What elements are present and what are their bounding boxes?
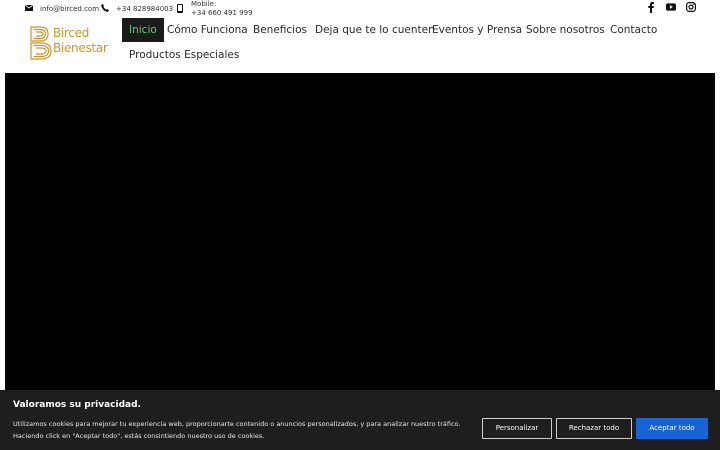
mobile-label: Mobile: (191, 0, 217, 8)
nav-item-deja-que-te-lo-cuenten[interactable]: Deja que te lo cuenten (308, 18, 442, 42)
nav-item-eventos-y-prensa[interactable]: Eventos y Prensa (425, 18, 529, 42)
facebook-icon[interactable] (646, 1, 656, 13)
phone-text: +34 828984003 (116, 5, 174, 13)
site-logo[interactable]: Birced Bienestar (30, 25, 120, 61)
phone-contact[interactable]: +34 828984003 (101, 0, 173, 18)
nav-item-sobre-nosotros[interactable]: Sobre nosotros (519, 18, 612, 42)
cookie-description: Utilizamos cookies para mejorar tu exper… (13, 418, 473, 442)
nav-label: Inicio (129, 24, 157, 36)
accept-all-cookies-button[interactable]: Aceptar todo (636, 418, 708, 439)
logo-text: Birced Bienestar (53, 26, 108, 56)
phone-icon (101, 4, 109, 14)
cookie-text-line-1: Utilizamos cookies para mejorar tu exper… (13, 420, 461, 428)
email-contact[interactable]: info@birced.com (24, 0, 100, 18)
nav-item-contacto[interactable]: Contacto (603, 18, 664, 42)
logo-line-2: Bienestar (53, 41, 108, 55)
top-contact-bar: info@birced.com +34 828984003 Mobile: +3… (0, 0, 720, 18)
mobile-contact[interactable]: Mobile: +34 660 491 999 (191, 0, 253, 18)
cookie-consent-banner: Valoramos su privacidad. Utilizamos cook… (0, 390, 720, 450)
reject-all-cookies-button[interactable]: Rechazar todo (556, 418, 632, 439)
cookie-text-line-2: Haciendo click en "Aceptar todo", estás … (13, 432, 265, 440)
email-text: info@birced.com (40, 5, 100, 13)
social-links (646, 1, 696, 13)
logo-line-1: Birced (53, 26, 90, 40)
nav-item-como-funciona[interactable]: Cómo Funciona (160, 18, 255, 42)
main-navigation: Inicio Cómo Funciona Beneficios Deja que… (122, 18, 702, 70)
instagram-icon[interactable] (686, 2, 696, 12)
hero-video-area (5, 73, 715, 391)
nav-item-inicio[interactable]: Inicio (122, 18, 164, 42)
customize-cookies-button[interactable]: Personalizar (482, 418, 552, 439)
mobile-phone-icon (177, 3, 183, 15)
nav-item-productos-especiales[interactable]: Productos Especiales (122, 43, 246, 67)
birced-logo-mark-icon (30, 26, 52, 60)
mobile-icon-wrap (177, 0, 190, 18)
envelope-icon (24, 4, 34, 13)
nav-item-beneficios[interactable]: Beneficios (246, 18, 314, 42)
youtube-icon[interactable] (666, 2, 676, 12)
mobile-number: +34 660 491 999 (191, 9, 253, 17)
cookie-title: Valoramos su privacidad. (13, 400, 141, 410)
